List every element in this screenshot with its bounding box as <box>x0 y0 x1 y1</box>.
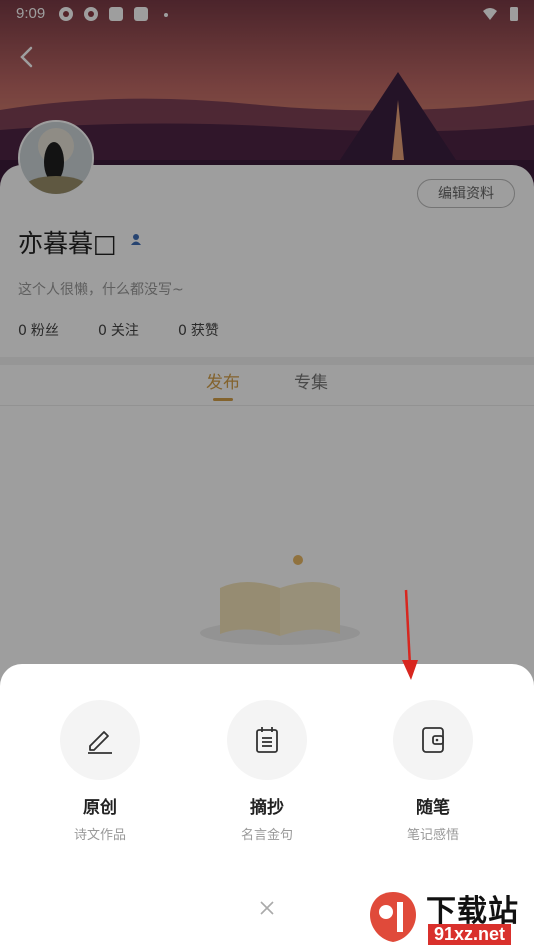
clipboard-icon <box>256 727 278 753</box>
original-option[interactable]: 原创 诗文作品 <box>40 700 160 843</box>
notebook-icon <box>422 727 444 753</box>
option-circle <box>393 700 473 780</box>
site-logo-icon <box>370 892 416 942</box>
option-subtitle: 笔记感悟 <box>406 828 459 843</box>
close-icon[interactable] <box>257 898 277 918</box>
excerpt-option[interactable]: 摘抄 名言金句 <box>207 700 327 843</box>
annotation-arrow-icon <box>402 589 418 680</box>
option-circle <box>60 700 140 780</box>
essay-option[interactable]: 随笔 笔记感悟 <box>373 700 493 843</box>
site-watermark: 下载站 91xz.net <box>360 884 534 950</box>
option-subtitle: 名言金句 <box>240 828 293 843</box>
option-circle <box>227 700 307 780</box>
watermark-url: 91xz.net <box>428 924 512 945</box>
option-subtitle: 诗文作品 <box>73 828 126 843</box>
pencil-icon <box>88 731 112 754</box>
option-title: 摘抄 <box>250 798 284 818</box>
option-title: 随笔 <box>416 798 450 818</box>
option-title: 原创 <box>83 798 117 818</box>
